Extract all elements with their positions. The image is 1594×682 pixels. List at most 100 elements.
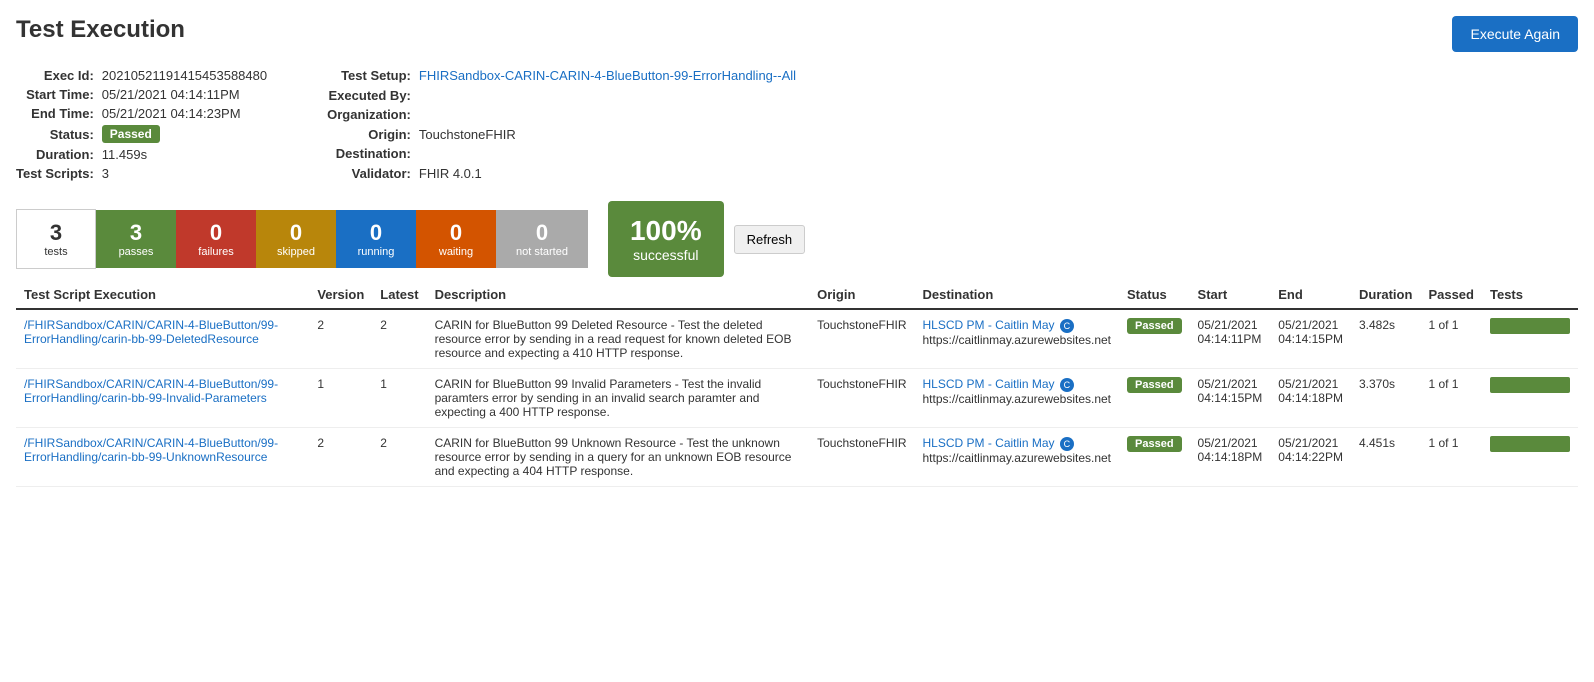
status-badge-1: Passed <box>1127 377 1182 393</box>
waiting-number: 0 <box>450 220 462 246</box>
cell-status-1: Passed <box>1119 369 1190 428</box>
origin-label: Origin: <box>327 127 411 142</box>
dest-url-1: https://caitlinmay.azurewebsites.net <box>922 392 1111 406</box>
cell-latest-0: 2 <box>372 309 426 369</box>
table-header: Test Script Execution Version Latest Des… <box>16 281 1578 309</box>
status-label: Status: <box>16 127 94 142</box>
test-scripts-value: 3 <box>102 166 267 181</box>
progress-bar-2 <box>1490 436 1570 452</box>
dest-c-icon-2: C <box>1060 437 1074 451</box>
col-passed: Passed <box>1420 281 1482 309</box>
col-description: Description <box>427 281 810 309</box>
cell-origin-1: TouchstoneFHIR <box>809 369 914 428</box>
table-row: /FHIRSandbox/CARIN/CARIN-4-BlueButton/99… <box>16 309 1578 369</box>
cell-destination-1: HLSCD PM - Caitlin May C https://caitlin… <box>914 369 1119 428</box>
success-box: 100% successful <box>608 201 724 277</box>
organization-label: Organization: <box>327 107 411 122</box>
cell-start-1: 05/21/202104:14:15PM <box>1190 369 1271 428</box>
cell-passed-1: 1 of 1 <box>1420 369 1482 428</box>
cell-origin-0: TouchstoneFHIR <box>809 309 914 369</box>
col-version: Version <box>309 281 372 309</box>
failures-label: failures <box>198 246 233 258</box>
cell-end-0: 05/21/202104:14:15PM <box>1270 309 1351 369</box>
cell-destination-0: HLSCD PM - Caitlin May C https://caitlin… <box>914 309 1119 369</box>
dest-url-0: https://caitlinmay.azurewebsites.net <box>922 333 1111 347</box>
page-title: Test Execution <box>16 16 185 44</box>
cell-tests-0 <box>1482 309 1578 369</box>
cell-test-script-2: /FHIRSandbox/CARIN/CARIN-4-BlueButton/99… <box>16 428 309 487</box>
status-badge: Passed <box>102 125 160 143</box>
running-label: running <box>358 246 395 258</box>
waiting-label: waiting <box>439 246 473 258</box>
success-label: successful <box>633 247 698 263</box>
cell-status-0: Passed <box>1119 309 1190 369</box>
cell-latest-1: 1 <box>372 369 426 428</box>
test-script-link-1[interactable]: /FHIRSandbox/CARIN/CARIN-4-BlueButton/99… <box>24 377 301 405</box>
progress-bar-0 <box>1490 318 1570 334</box>
test-script-link-2[interactable]: /FHIRSandbox/CARIN/CARIN-4-BlueButton/99… <box>24 436 301 464</box>
end-time-value: 05/21/2021 04:14:23PM <box>102 106 267 121</box>
stats-row: 3 tests 3 passes 0 failures 0 skipped 0 … <box>16 201 1578 277</box>
test-script-link-0[interactable]: /FHIRSandbox/CARIN/CARIN-4-BlueButton/99… <box>24 318 301 346</box>
col-start: Start <box>1190 281 1271 309</box>
end-time-label: End Time: <box>16 106 94 121</box>
failures-stat: 0 failures <box>176 210 256 268</box>
failures-number: 0 <box>210 220 222 246</box>
cell-passed-2: 1 of 1 <box>1420 428 1482 487</box>
origin-value: TouchstoneFHIR <box>419 127 796 142</box>
test-script-table: Test Script Execution Version Latest Des… <box>16 281 1578 487</box>
cell-description-2: CARIN for BlueButton 99 Unknown Resource… <box>427 428 810 487</box>
test-setup-link[interactable]: FHIRSandbox-CARIN-CARIN-4-BlueButton-99-… <box>419 68 796 83</box>
dest-link-0[interactable]: HLSCD PM - Caitlin May <box>922 318 1054 332</box>
table-row: /FHIRSandbox/CARIN/CARIN-4-BlueButton/99… <box>16 428 1578 487</box>
meta-right: Test Setup: FHIRSandbox-CARIN-CARIN-4-Bl… <box>327 68 796 181</box>
passes-label: passes <box>119 246 154 258</box>
skipped-stat: 0 skipped <box>256 210 336 268</box>
col-tests: Tests <box>1482 281 1578 309</box>
test-setup-label: Test Setup: <box>327 68 411 83</box>
not-started-stat: 0 not started <box>496 210 588 268</box>
page-header: Test Execution Execute Again <box>16 16 1578 52</box>
cell-test-script-0: /FHIRSandbox/CARIN/CARIN-4-BlueButton/99… <box>16 309 309 369</box>
start-time-value: 05/21/2021 04:14:11PM <box>102 87 267 102</box>
cell-tests-1 <box>1482 369 1578 428</box>
refresh-button[interactable]: Refresh <box>734 225 806 254</box>
test-scripts-label: Test Scripts: <box>16 166 94 181</box>
exec-id-label: Exec Id: <box>16 68 94 83</box>
progress-bar-1 <box>1490 377 1570 393</box>
running-stat: 0 running <box>336 210 416 268</box>
not-started-label: not started <box>516 246 568 258</box>
cell-description-1: CARIN for BlueButton 99 Invalid Paramete… <box>427 369 810 428</box>
start-time-label: Start Time: <box>16 87 94 102</box>
cell-duration-0: 3.482s <box>1351 309 1420 369</box>
cell-origin-2: TouchstoneFHIR <box>809 428 914 487</box>
status-badge-0: Passed <box>1127 318 1182 334</box>
cell-description-0: CARIN for BlueButton 99 Deleted Resource… <box>427 309 810 369</box>
test-setup-value: FHIRSandbox-CARIN-CARIN-4-BlueButton-99-… <box>419 68 796 83</box>
cell-test-script-1: /FHIRSandbox/CARIN/CARIN-4-BlueButton/99… <box>16 369 309 428</box>
cell-start-2: 05/21/202104:14:18PM <box>1190 428 1271 487</box>
cell-duration-1: 3.370s <box>1351 369 1420 428</box>
dest-c-icon-0: C <box>1060 319 1074 333</box>
col-latest: Latest <box>372 281 426 309</box>
cell-latest-2: 2 <box>372 428 426 487</box>
total-number: 3 <box>50 220 62 246</box>
success-percent: 100% <box>630 215 702 247</box>
skipped-label: skipped <box>277 246 315 258</box>
table-row: /FHIRSandbox/CARIN/CARIN-4-BlueButton/99… <box>16 369 1578 428</box>
meta-section: Exec Id: 20210521191415453588480 Start T… <box>16 68 1578 181</box>
passes-number: 3 <box>130 220 142 246</box>
duration-value: 11.459s <box>102 147 267 162</box>
running-number: 0 <box>370 220 382 246</box>
dest-c-icon-1: C <box>1060 378 1074 392</box>
executed-by-label: Executed By: <box>327 88 411 103</box>
destination-label: Destination: <box>327 146 411 161</box>
col-status: Status <box>1119 281 1190 309</box>
cell-passed-0: 1 of 1 <box>1420 309 1482 369</box>
col-origin: Origin <box>809 281 914 309</box>
dest-link-1[interactable]: HLSCD PM - Caitlin May <box>922 377 1054 391</box>
dest-link-2[interactable]: HLSCD PM - Caitlin May <box>922 436 1054 450</box>
exec-id-value: 20210521191415453588480 <box>102 68 267 83</box>
total-label: tests <box>44 246 67 258</box>
execute-again-button[interactable]: Execute Again <box>1452 16 1578 52</box>
